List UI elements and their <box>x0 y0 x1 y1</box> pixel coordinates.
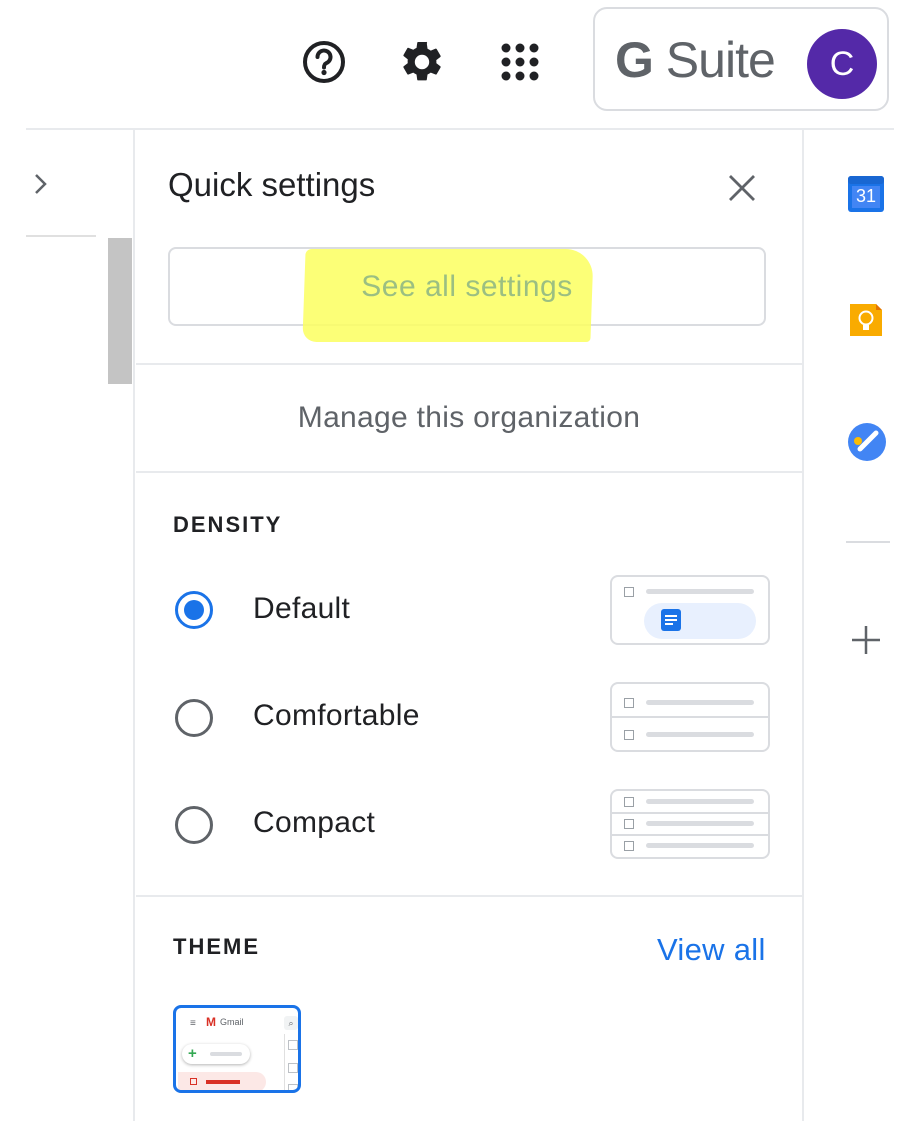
apps-grid-icon[interactable] <box>496 38 544 86</box>
density-preview-comfortable[interactable] <box>610 682 770 752</box>
density-label-compact: Compact <box>253 806 376 839</box>
panel-title: Quick settings <box>168 166 376 203</box>
density-label-default: Default <box>253 592 351 625</box>
theme-heading: THEME <box>173 934 260 959</box>
document-icon <box>660 608 682 637</box>
section-divider <box>136 895 802 897</box>
tasks-icon[interactable] <box>846 421 886 461</box>
chevron-right-icon[interactable] <box>28 170 52 198</box>
gmail-logo: M <box>206 1015 216 1029</box>
add-icon[interactable] <box>850 624 882 656</box>
account-switcher[interactable]: G Suite C <box>593 7 889 111</box>
see-all-settings-label: See all settings <box>361 269 573 303</box>
density-radio-default[interactable] <box>175 591 213 629</box>
density-radio-compact[interactable] <box>175 806 213 844</box>
view-all-themes-link[interactable]: View all <box>657 932 766 968</box>
keep-icon[interactable] <box>846 300 886 340</box>
density-preview-default[interactable] <box>610 575 770 645</box>
manage-organization-link[interactable]: Manage this organization <box>136 366 802 470</box>
density-radio-comfortable[interactable] <box>175 699 213 737</box>
section-divider <box>136 363 802 365</box>
density-heading: DENSITY <box>173 512 283 537</box>
sidebar-divider <box>846 541 890 543</box>
header-divider <box>26 128 894 130</box>
density-preview-compact[interactable] <box>610 789 770 859</box>
gmail-label: Gmail <box>220 1017 244 1027</box>
gear-icon[interactable] <box>398 38 446 86</box>
section-divider <box>136 471 802 473</box>
menu-icon: ≡ <box>190 1018 196 1029</box>
close-icon[interactable] <box>722 168 762 208</box>
theme-thumbnail-default[interactable]: ≡ M Gmail ⌕ + <box>173 1005 301 1093</box>
avatar[interactable]: C <box>807 29 877 99</box>
compose-button-preview: + <box>182 1044 250 1064</box>
left-divider <box>26 235 96 237</box>
gsuite-logo: G Suite <box>615 32 776 88</box>
panel-border-left <box>133 130 135 1121</box>
density-label-comfortable: Comfortable <box>253 699 420 732</box>
panel-border-right <box>802 130 804 1121</box>
help-icon[interactable] <box>300 38 348 86</box>
scrollbar-thumb[interactable] <box>108 238 132 384</box>
plus-icon: + <box>188 1045 197 1062</box>
calendar-day: 31 <box>855 186 877 206</box>
calendar-icon[interactable]: 31 <box>846 174 886 214</box>
search-icon: ⌕ <box>284 1016 298 1030</box>
